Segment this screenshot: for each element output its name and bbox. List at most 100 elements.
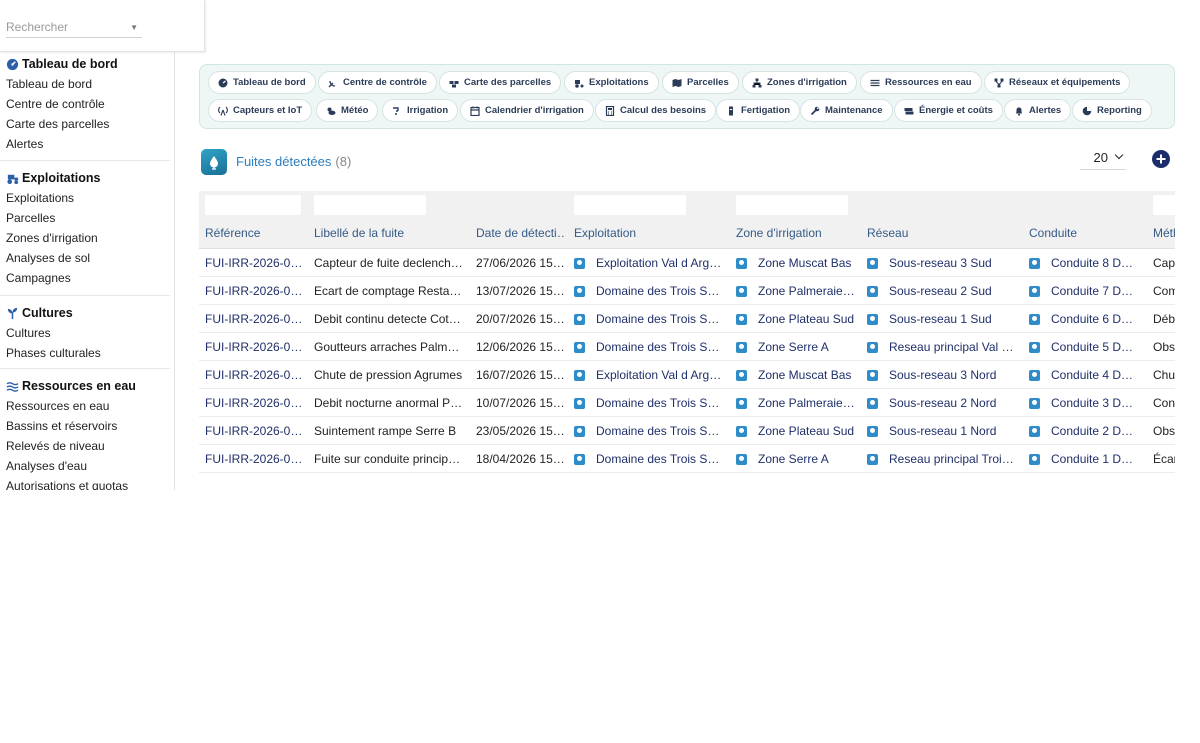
cell-reseau[interactable]: Sous-reseau 2 Sud — [889, 284, 992, 298]
record-link-icon[interactable] — [736, 314, 747, 325]
cell-reseau[interactable]: Sous-reseau 2 Nord — [889, 396, 996, 410]
chip-energie-et-couts[interactable]: Énergie et coûts — [894, 99, 1003, 122]
sidebar-item-bassins-et-reservoirs[interactable]: Bassins et réservoirs — [0, 416, 170, 436]
sidebar-item-carte-des-parcelles[interactable]: Carte des parcelles — [0, 114, 170, 134]
record-link-icon[interactable] — [736, 258, 747, 269]
column-header-conduite[interactable]: Conduite — [1029, 226, 1139, 240]
column-header-date[interactable]: Date de détecti… — [476, 226, 566, 240]
record-link-icon[interactable] — [736, 370, 747, 381]
cell-reference[interactable]: FUI-IRR-2026-0007 — [205, 284, 305, 298]
chip-maintenance[interactable]: Maintenance — [800, 99, 893, 122]
record-link-icon[interactable] — [574, 398, 585, 409]
chip-ressources-en-eau[interactable]: Ressources en eau — [860, 71, 982, 94]
chip-reseaux-et-equipements[interactable]: Réseaux et équipements — [984, 71, 1131, 94]
record-link-icon[interactable] — [574, 314, 585, 325]
sidebar-item-analyses-de-sol[interactable]: Analyses de sol — [0, 248, 170, 268]
cell-reference[interactable]: FUI-IRR-2026-0003 — [205, 396, 305, 410]
sidebar-item-ressources-en-eau[interactable]: Ressources en eau — [0, 396, 170, 416]
cell-conduite[interactable]: Conduite 6 DN63 — [1051, 312, 1139, 326]
cell-reseau[interactable]: Reseau principal Trois … — [889, 452, 1017, 466]
chip-calendrier-irrigation[interactable]: Calendrier d'irrigation — [460, 99, 594, 122]
record-link-icon[interactable] — [574, 454, 585, 465]
cell-reseau[interactable]: Sous-reseau 1 Sud — [889, 312, 992, 326]
cell-conduite[interactable]: Conduite 4 DN171 — [1051, 368, 1139, 382]
record-link-icon[interactable] — [1029, 426, 1040, 437]
record-link-icon[interactable] — [736, 342, 747, 353]
record-link-icon[interactable] — [867, 398, 878, 409]
record-link-icon[interactable] — [736, 286, 747, 297]
cell-conduite[interactable]: Conduite 7 DN144 — [1051, 284, 1139, 298]
cell-reseau[interactable]: Sous-reseau 3 Sud — [889, 256, 992, 270]
record-link-icon[interactable] — [1029, 398, 1040, 409]
nav-section-header[interactable]: Ressources en eau — [0, 376, 170, 396]
column-header-zone[interactable]: Zone d'irrigation — [736, 226, 856, 240]
sidebar-item-parcelles[interactable]: Parcelles — [0, 208, 170, 228]
chip-meteo[interactable]: Météo — [316, 99, 379, 122]
chip-carte-des-parcelles[interactable]: Carte des parcelles — [439, 71, 562, 94]
record-link-icon[interactable] — [1029, 258, 1040, 269]
search-input[interactable]: Rechercher ▼ — [6, 18, 142, 38]
chip-parcelles[interactable]: Parcelles — [662, 71, 739, 94]
nav-section-header[interactable]: Cultures — [0, 303, 170, 323]
filter-input-exploitation[interactable] — [574, 195, 686, 215]
table-row[interactable]: FUI-IRR-2026-0002 Suintement rampe Serre … — [199, 417, 1175, 445]
cell-exploitation[interactable]: Exploitation Val d Argens — [596, 368, 724, 382]
record-link-icon[interactable] — [867, 286, 878, 297]
cell-zone[interactable]: Zone Plateau Sud — [758, 312, 854, 326]
cell-reference[interactable]: FUI-IRR-2026-0002 — [205, 424, 305, 438]
table-row[interactable]: FUI-IRR-2026-0007 Ecart de comptage Resta… — [199, 277, 1175, 305]
sidebar-item-alertes[interactable]: Alertes — [0, 134, 170, 154]
column-header-methode[interactable]: Méth — [1153, 226, 1175, 240]
cell-reseau[interactable]: Sous-reseau 1 Nord — [889, 424, 996, 438]
cell-conduite[interactable]: Conduite 3 DN90 — [1051, 396, 1139, 410]
chip-calcul-des-besoins[interactable]: Calcul des besoins — [595, 99, 717, 122]
filter-input-reference[interactable] — [205, 195, 301, 215]
sidebar-item-autorisations-et-quotas[interactable]: Autorisations et quotas — [0, 476, 170, 490]
cell-zone[interactable]: Zone Plateau Sud — [758, 424, 854, 438]
sidebar-item-zones-irrigation[interactable]: Zones d'irrigation — [0, 228, 170, 248]
record-link-icon[interactable] — [574, 370, 585, 381]
dropdown-caret-icon[interactable]: ▼ — [130, 19, 138, 37]
cell-exploitation[interactable]: Domaine des Trois Sou… — [596, 452, 724, 466]
cell-exploitation[interactable]: Domaine des Trois Sou… — [596, 340, 724, 354]
cell-reference[interactable]: FUI-IRR-2026-0008 — [205, 256, 305, 270]
chip-zones-irrigation[interactable]: Zones d'irrigation — [742, 71, 857, 94]
record-link-icon[interactable] — [867, 426, 878, 437]
record-link-icon[interactable] — [574, 342, 585, 353]
cell-reference[interactable]: FUI-IRR-2026-0001 — [205, 452, 305, 466]
cell-conduite[interactable]: Conduite 2 DN144 — [1051, 424, 1139, 438]
column-header-exploitation[interactable]: Exploitation — [574, 226, 724, 240]
record-link-icon[interactable] — [1029, 342, 1040, 353]
table-row[interactable]: FUI-IRR-2026-0001 Fuite sur conduite prin… — [199, 445, 1175, 473]
sidebar-item-campagnes[interactable]: Campagnes — [0, 268, 170, 288]
record-link-icon[interactable] — [1029, 286, 1040, 297]
cell-exploitation[interactable]: Domaine des Trois Sou… — [596, 312, 724, 326]
record-link-icon[interactable] — [867, 342, 878, 353]
chip-centre-de-controle[interactable]: Centre de contrôle — [318, 71, 437, 94]
chip-exploitations[interactable]: Exploitations — [564, 71, 659, 94]
record-link-icon[interactable] — [867, 370, 878, 381]
record-link-icon[interactable] — [1029, 314, 1040, 325]
column-header-reference[interactable]: Référence — [205, 226, 305, 240]
nav-section-header[interactable]: Exploitations — [0, 168, 170, 188]
record-link-icon[interactable] — [736, 426, 747, 437]
chip-irrigation[interactable]: Irrigation — [382, 99, 459, 122]
filter-input-libelle[interactable] — [314, 195, 426, 215]
record-link-icon[interactable] — [1029, 454, 1040, 465]
cell-exploitation[interactable]: Domaine des Trois Sou… — [596, 424, 724, 438]
sidebar-item-phases-culturales[interactable]: Phases culturales — [0, 343, 170, 363]
table-row[interactable]: FUI-IRR-2026-0006 Debit continu detecte C… — [199, 305, 1175, 333]
cell-zone[interactable]: Zone Serre A — [758, 340, 829, 354]
sidebar-item-exploitations[interactable]: Exploitations — [0, 188, 170, 208]
chip-fertigation[interactable]: Fertigation — [716, 99, 801, 122]
record-link-icon[interactable] — [867, 258, 878, 269]
cell-reference[interactable]: FUI-IRR-2026-0004 — [205, 368, 305, 382]
cell-zone[interactable]: Zone Palmeraie Est — [758, 396, 856, 410]
table-row[interactable]: FUI-IRR-2026-0005 Goutteurs arraches Palm… — [199, 333, 1175, 361]
chip-reporting[interactable]: Reporting — [1072, 99, 1152, 122]
cell-zone[interactable]: Zone Muscat Bas — [758, 368, 851, 382]
column-header-libelle[interactable]: Libellé de la fuite — [314, 226, 464, 240]
cell-reseau[interactable]: Reseau principal Val d … — [889, 340, 1017, 354]
sidebar-item-analyses-eau[interactable]: Analyses d'eau — [0, 456, 170, 476]
cell-exploitation[interactable]: Exploitation Val d Argens — [596, 256, 724, 270]
